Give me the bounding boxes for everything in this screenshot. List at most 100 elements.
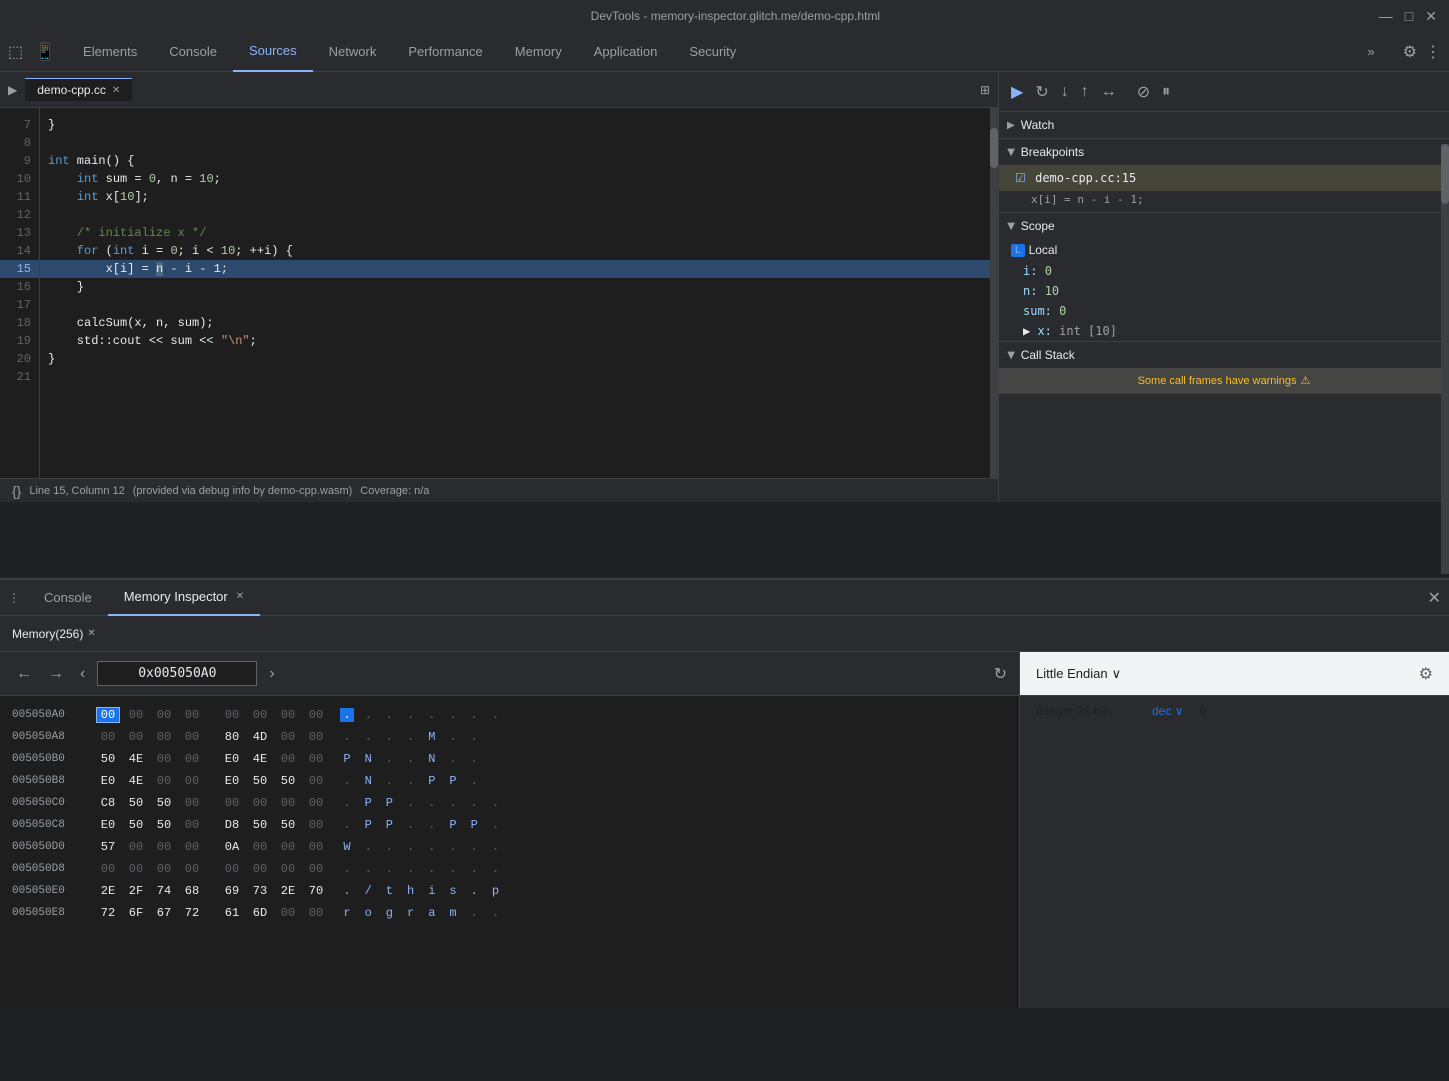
bottom-panel: ⋮ Console Memory Inspector ✕ ✕ Memory(25… <box>0 578 1449 1008</box>
tab-memory[interactable]: Memory <box>499 32 578 72</box>
memory-tab-close-icon[interactable]: ✕ <box>87 628 95 639</box>
mem-ascii-char-0-3[interactable]: . <box>404 708 418 722</box>
mem-byte-0-6[interactable]: 00 <box>276 708 300 722</box>
step-button[interactable]: ↔ <box>1097 79 1121 105</box>
mem-byte-0-7[interactable]: 00 <box>304 708 328 722</box>
mem-row-6: 005050D0 57 00 00 00 0A 00 00 00 W . <box>12 836 1007 858</box>
history-forward-icon[interactable]: → <box>44 661 68 687</box>
editor-scroll-thumb[interactable] <box>990 128 998 168</box>
cursor-icon[interactable]: ⬚ <box>8 42 23 62</box>
more-options-icon[interactable]: ⋮ <box>1425 42 1441 62</box>
watch-section-header[interactable]: ▶ Watch <box>999 112 1449 138</box>
coverage-info: Coverage: n/a <box>360 485 429 497</box>
mem-ascii-5: . P P . . P P . <box>340 818 502 832</box>
line-num-16: 16 <box>0 278 39 296</box>
breakpoint-location[interactable]: demo-cpp.cc:15 <box>1035 171 1136 185</box>
window-title: DevTools - memory-inspector.glitch.me/de… <box>92 9 1379 23</box>
mem-byte-0-5[interactable]: 00 <box>248 708 272 722</box>
line-num-12: 12 <box>0 206 39 224</box>
mem-addr-3: 005050B8 <box>12 775 92 787</box>
mem-byte-0-4[interactable]: 00 <box>220 708 244 722</box>
mem-byte-0-1[interactable]: 00 <box>124 708 148 722</box>
line-num-21: 21 <box>0 368 39 386</box>
editor-scrollbar[interactable] <box>990 108 998 478</box>
close-button[interactable]: ✕ <box>1425 8 1437 25</box>
step-over-button[interactable]: ↻ <box>1031 78 1052 106</box>
editor-tab-demo-cpp[interactable]: demo-cpp.cc ✕ <box>25 78 132 101</box>
editor-expand-icon[interactable]: ⊞ <box>980 83 990 97</box>
mem-ascii-char-0-7[interactable]: . <box>488 708 502 722</box>
code-line-19: std::cout << sum << "\n"; <box>40 332 998 350</box>
settings-icon[interactable]: ⚙ <box>1403 42 1417 62</box>
step-into-button[interactable]: ↓ <box>1057 79 1073 105</box>
mem-addr-5: 005050C8 <box>12 819 92 831</box>
code-line-20: } <box>40 350 998 368</box>
breakpoints-section-header[interactable]: ▶ Breakpoints <box>999 139 1449 165</box>
interpreter-format-select[interactable]: dec ∨ <box>1152 704 1183 718</box>
code-editor[interactable]: 7 8 9 10 11 12 13 14 15 16 17 18 19 20 2… <box>0 108 998 478</box>
tab-application[interactable]: Application <box>578 32 674 72</box>
sidebar-toggle-icon[interactable]: ▶ <box>8 83 17 97</box>
close-bottom-panel-icon[interactable]: ✕ <box>1428 588 1441 608</box>
mem-addr-1: 005050A8 <box>12 731 92 743</box>
resume-button[interactable]: ▶ <box>1007 78 1027 106</box>
mem-ascii-char-0-6[interactable]: . <box>467 708 481 722</box>
endian-select[interactable]: Little Endian ∨ <box>1036 666 1121 682</box>
debugger-scrollbar[interactable] <box>1441 144 1449 502</box>
nav-next-icon[interactable]: › <box>265 661 278 687</box>
tab-more[interactable]: » <box>1351 32 1390 72</box>
history-back-icon[interactable]: ← <box>12 661 36 687</box>
tab-console-bottom[interactable]: Console <box>28 580 108 616</box>
code-line-9: int main() { <box>40 152 998 170</box>
nav-prev-icon[interactable]: ‹ <box>76 661 89 687</box>
scope-section-header[interactable]: ▶ Scope <box>999 213 1449 239</box>
mem-row-1: 005050A8 00 00 00 00 80 4D 00 00 . . <box>12 726 1007 748</box>
line-num-14: 14 <box>0 242 39 260</box>
mem-ascii-3: . N . . P P . <box>340 774 481 788</box>
window-controls: — □ ✕ <box>1379 8 1437 25</box>
scope-label: Scope <box>1021 219 1055 233</box>
main-layout: ▶ demo-cpp.cc ✕ ⊞ 7 8 9 10 11 12 13 14 1… <box>0 72 1449 502</box>
minimize-button[interactable]: — <box>1379 8 1393 25</box>
scope-section: ▶ Scope L Local i: 0 n: 10 sum: 0 ▶ <box>999 213 1449 342</box>
interpreter-settings-icon[interactable]: ⚙ <box>1419 664 1433 684</box>
scope-var-x[interactable]: ▶ x: int [10] <box>999 321 1449 341</box>
mem-byte-0-0[interactable]: 00 <box>96 707 120 723</box>
pause-button[interactable]: ⏸ <box>1158 79 1174 105</box>
refresh-icon[interactable]: ↻ <box>994 664 1007 684</box>
memory-inspector-tab-label: Memory Inspector <box>124 589 228 604</box>
code-line-21 <box>40 368 998 386</box>
step-out-button[interactable]: ↑ <box>1077 79 1093 105</box>
deactivate-button[interactable]: ⊘ <box>1133 78 1154 106</box>
brackets-icon[interactable]: {} <box>12 483 21 499</box>
mem-ascii-char-0-1[interactable]: . <box>361 708 375 722</box>
tab-console[interactable]: Console <box>153 32 233 72</box>
call-stack-header[interactable]: ▶ Call Stack <box>999 342 1449 368</box>
mem-ascii-char-0-0[interactable]: . <box>340 708 354 722</box>
mem-ascii-char-0-4[interactable]: . <box>425 708 439 722</box>
debugger-scroll-thumb[interactable] <box>1441 144 1449 204</box>
breakpoint-code: x[i] = n - i - 1; <box>999 191 1449 212</box>
tab-security[interactable]: Security <box>673 32 752 72</box>
breakpoint-checkbox[interactable]: ☑ <box>1015 171 1026 185</box>
address-input[interactable] <box>97 661 257 686</box>
scope-key-sum: sum: <box>1023 304 1059 318</box>
tab-performance[interactable]: Performance <box>392 32 498 72</box>
tab-elements[interactable]: Elements <box>67 32 153 72</box>
panel-dots-icon[interactable]: ⋮ <box>8 591 20 605</box>
tab-network[interactable]: Network <box>313 32 393 72</box>
tab-sources[interactable]: Sources <box>233 32 313 72</box>
bottom-tab-bar: ⋮ Console Memory Inspector ✕ ✕ <box>0 580 1449 616</box>
mem-ascii-char-0-2[interactable]: . <box>382 708 396 722</box>
mem-ascii-char-0-5[interactable]: . <box>446 708 460 722</box>
mem-byte-0-3[interactable]: 00 <box>180 708 204 722</box>
mobile-icon[interactable]: 📱 <box>35 42 55 62</box>
memory-inspector-tab-close[interactable]: ✕ <box>236 591 244 602</box>
editor-tab-close-icon[interactable]: ✕ <box>112 85 120 96</box>
scope-local-section[interactable]: L Local <box>999 239 1449 261</box>
tab-memory-inspector[interactable]: Memory Inspector ✕ <box>108 580 260 616</box>
maximize-button[interactable]: □ <box>1405 8 1413 25</box>
mem-byte-0-2[interactable]: 00 <box>152 708 176 722</box>
mem-row-0: 005050A0 00 00 00 00 00 00 00 00 . . <box>12 704 1007 726</box>
local-badge: L <box>1011 244 1025 257</box>
